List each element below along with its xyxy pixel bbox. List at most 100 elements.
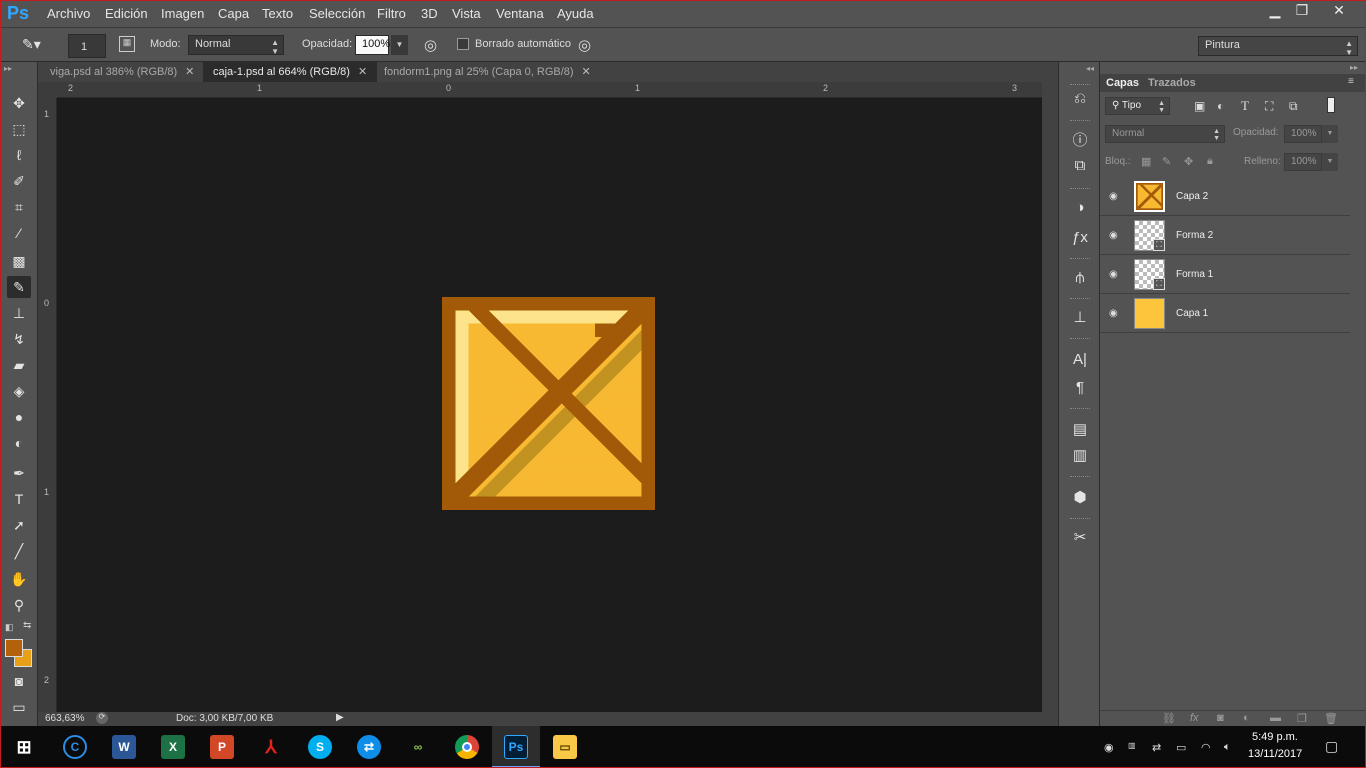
notes-panel-icon[interactable]: ▤	[1068, 418, 1092, 440]
ruler-origin[interactable]	[38, 82, 57, 98]
minimize-button[interactable]: ▁	[1263, 2, 1287, 20]
volume-icon[interactable]: 🔈︎	[1224, 741, 1231, 754]
tray-network-meter-icon[interactable]: ▥	[1128, 741, 1136, 750]
path-selection-tool-icon[interactable]: ➚	[7, 514, 31, 536]
collapse-icon[interactable]: ▸▸	[1350, 63, 1358, 72]
fill-input[interactable]: 100%	[1284, 153, 1322, 171]
menu-capa[interactable]: Capa	[218, 6, 249, 21]
tray-teamviewer-icon[interactable]: ⇄	[1152, 741, 1161, 754]
layer-opacity-input[interactable]: 100%	[1284, 125, 1322, 143]
layer-row-capa-2[interactable]: ◉ Capa 2	[1100, 178, 1350, 216]
clock-time[interactable]: 5:49 p.m.	[1252, 731, 1298, 743]
eyedropper-tool-icon[interactable]: ⁄	[7, 222, 31, 244]
layer-name[interactable]: Forma 1	[1176, 269, 1213, 280]
healing-brush-tool-icon[interactable]: ▩	[7, 250, 31, 272]
status-menu-arrow-icon[interactable]: ▶	[336, 712, 344, 723]
new-layer-icon[interactable]: ❐	[1297, 712, 1307, 725]
close-icon[interactable]: ✕	[358, 66, 367, 78]
ccleaner-icon[interactable]: C	[63, 735, 87, 759]
brush-size-picker[interactable]: 1	[68, 34, 106, 58]
battery-icon[interactable]: ▭	[1176, 741, 1186, 754]
eye-icon[interactable]: ◉	[1109, 230, 1118, 241]
delete-layer-icon[interactable]: 🗑︎	[1324, 712, 1338, 725]
panel-menu-icon[interactable]: ≡	[1348, 76, 1354, 87]
screen-mode-icon[interactable]: ▭	[7, 696, 31, 718]
pen-tool-icon[interactable]: ✒	[7, 462, 31, 484]
powerpoint-icon[interactable]: P	[210, 735, 234, 759]
layer-name[interactable]: Capa 2	[1176, 191, 1208, 202]
zoom-tool-icon[interactable]: ⚲	[7, 594, 31, 616]
blur-tool-icon[interactable]: ●	[7, 406, 31, 428]
new-group-icon[interactable]: ▬	[1270, 712, 1281, 724]
notifications-icon[interactable]: ▢	[1325, 738, 1338, 755]
marquee-tool-icon[interactable]: ⬚	[7, 118, 31, 140]
hand-tool-icon[interactable]: ✋	[7, 568, 31, 590]
menu-ventana[interactable]: Ventana	[496, 6, 544, 21]
history-brush-tool-icon[interactable]: ↯	[7, 328, 31, 350]
close-icon[interactable]: ✕	[185, 66, 194, 78]
ruler-horizontal[interactable]: 2 1 0 1 2 3	[57, 82, 1042, 98]
paint-bucket-tool-icon[interactable]: ◈	[7, 380, 31, 402]
menu-edicion[interactable]: Edición	[105, 6, 148, 21]
crop-tool-icon[interactable]: ⌗	[7, 196, 31, 218]
swap-colors-icon[interactable]: ⇆	[23, 620, 31, 631]
move-tool-icon[interactable]: ✥	[7, 92, 31, 114]
new-adjustment-icon[interactable]: ◐	[1243, 712, 1250, 724]
vertical-scrollbar[interactable]	[1042, 82, 1058, 712]
eraser-tool-icon[interactable]: ▰	[7, 354, 31, 376]
filter-pixel-icon[interactable]: ▣	[1194, 99, 1205, 113]
default-colors-icon[interactable]: ◧	[5, 622, 14, 633]
eye-icon[interactable]: ◉	[1109, 191, 1118, 202]
layer-row-forma-1[interactable]: ◉ ⛶ Forma 1	[1100, 256, 1350, 294]
tray-app-icon[interactable]: ◉	[1104, 741, 1114, 754]
workspace-select[interactable]: Pintura ▲ ▼	[1198, 36, 1358, 57]
menu-ayuda[interactable]: Ayuda	[557, 6, 594, 21]
clone-source-panel-icon[interactable]: ⊥	[1068, 306, 1092, 328]
pressure-size-icon[interactable]: ◎	[578, 36, 591, 54]
link-layers-icon[interactable]: ⛓	[1162, 712, 1176, 725]
menu-3d[interactable]: 3D	[421, 6, 438, 21]
layer-filter-select[interactable]: ⚲ Tipo ▲ ▼	[1105, 97, 1170, 115]
menu-texto[interactable]: Texto	[262, 6, 293, 21]
styles-panel-icon[interactable]: ƒx	[1068, 226, 1092, 248]
close-button[interactable]: ✕	[1327, 2, 1351, 20]
3d-panel-icon[interactable]: ⬢	[1068, 486, 1092, 508]
restore-button[interactable]: ❐	[1290, 2, 1314, 20]
collapse-icon[interactable]: ◂◂	[1086, 64, 1094, 73]
menu-filtro[interactable]: Filtro	[377, 6, 406, 21]
brush-presets-panel-icon[interactable]: ⫛	[1068, 266, 1092, 288]
pressure-opacity-icon[interactable]: ◎	[424, 36, 437, 54]
collapse-icon[interactable]: ▸▸	[4, 64, 12, 73]
tab-caja-1[interactable]: caja-1.psd al 664% (RGB/8) ✕	[203, 62, 378, 82]
info-panel-icon[interactable]: ⓘ	[1068, 128, 1092, 150]
lock-image-pixels-icon[interactable]: ✎	[1162, 155, 1171, 168]
excel-icon[interactable]: X	[161, 735, 185, 759]
share-icon[interactable]: ⟳	[96, 712, 108, 724]
tab-viga[interactable]: viga.psd al 386% (RGB/8) ✕	[40, 62, 204, 82]
mode-select[interactable]: Normal ▲ ▼	[188, 35, 284, 56]
type-tool-icon[interactable]: T	[7, 488, 31, 510]
eye-icon[interactable]: ◉	[1109, 269, 1118, 280]
quick-select-tool-icon[interactable]: ✐	[7, 170, 31, 192]
lock-position-icon[interactable]: ✥	[1184, 155, 1193, 168]
add-mask-icon[interactable]: ◙	[1217, 712, 1224, 724]
opacity-input[interactable]: 100%	[355, 35, 390, 55]
pencil-tool-preset-icon[interactable]: ✎▾	[22, 36, 41, 53]
quick-mask-icon[interactable]: ◙	[7, 670, 31, 692]
file-explorer-icon[interactable]: ▭	[553, 735, 577, 759]
tab-trazados[interactable]: Trazados	[1148, 77, 1196, 89]
lasso-tool-icon[interactable]: ℓ	[7, 144, 31, 166]
opacity-dropdown-arrow[interactable]: ▼	[1322, 125, 1338, 143]
brush-panel-icon[interactable]: ▦	[119, 36, 135, 52]
line-tool-icon[interactable]: ╱	[7, 540, 31, 562]
filter-adjustment-icon[interactable]: ◐	[1217, 99, 1224, 113]
properties-panel-icon[interactable]: ▥	[1068, 444, 1092, 466]
acrobat-icon[interactable]: ⅄	[259, 735, 283, 759]
close-icon[interactable]: ✕	[582, 66, 591, 78]
pencil-tool-icon[interactable]: ✎	[7, 276, 31, 298]
filter-shape-icon[interactable]: ⛶	[1265, 99, 1273, 114]
zoom-level[interactable]: 663,63%	[45, 713, 84, 724]
filter-type-icon[interactable]: T	[1241, 98, 1249, 114]
clone-stamp-tool-icon[interactable]: ⊥	[7, 302, 31, 324]
menu-seleccion[interactable]: Selección	[309, 6, 365, 21]
